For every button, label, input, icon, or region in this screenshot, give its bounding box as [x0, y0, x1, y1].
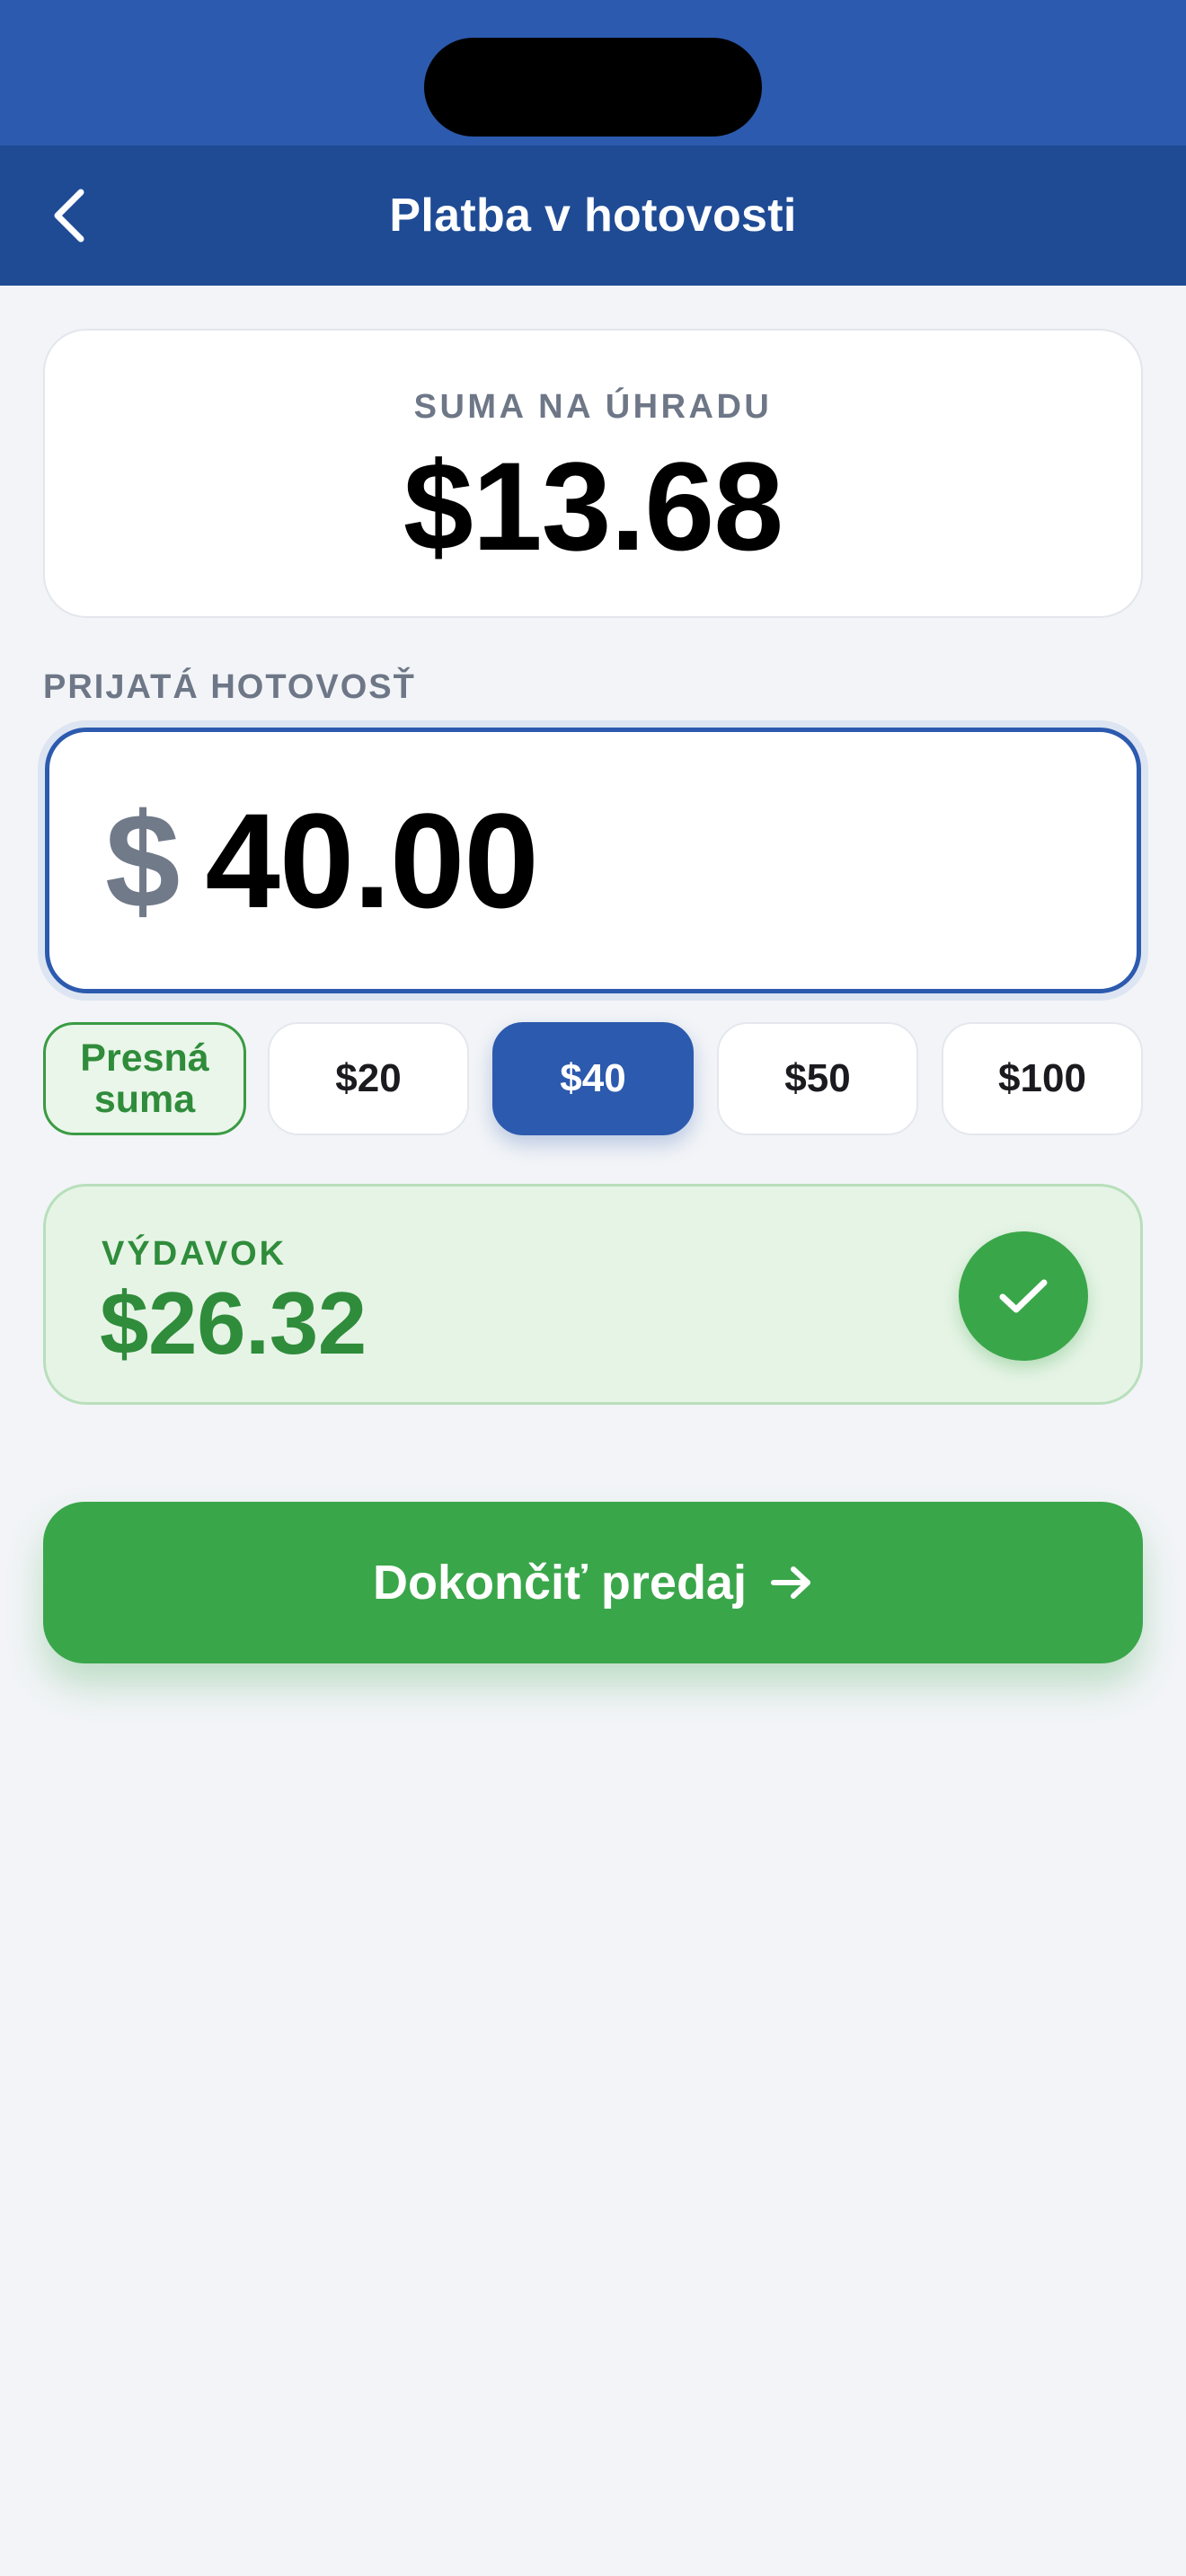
navigation-bar: Platba v hotovosti — [0, 146, 1186, 286]
cash-received-value: 40.00 — [205, 784, 538, 936]
exact-amount-label-line1: Presná — [80, 1036, 209, 1080]
amount-due-card: SUMA NA ÚHRADU $13.68 — [43, 329, 1143, 618]
check-icon — [999, 1279, 1048, 1313]
change-value: $26.32 — [100, 1274, 367, 1372]
finish-sale-button[interactable]: Dokončiť predaj — [43, 1502, 1143, 1663]
amount-due-value: $13.68 — [403, 436, 783, 577]
change-status-badge — [959, 1231, 1088, 1361]
status-bar — [0, 0, 1186, 146]
arrow-right-icon — [770, 1565, 813, 1601]
quick-amount-40-button[interactable]: $40 — [492, 1022, 694, 1135]
change-label: VÝDAVOK — [102, 1235, 288, 1273]
finish-sale-label: Dokončiť predaj — [373, 1556, 747, 1610]
currency-symbol: $ — [105, 784, 181, 936]
chevron-left-icon — [54, 189, 84, 243]
quick-amount-100-button[interactable]: $100 — [942, 1022, 1143, 1135]
back-button[interactable] — [25, 171, 115, 260]
exact-amount-label-line2: suma — [93, 1078, 196, 1121]
cash-received-label: PRIJATÁ HOTOVOSŤ — [43, 668, 416, 706]
quick-amount-20-button[interactable]: $20 — [268, 1022, 469, 1135]
dynamic-island — [424, 38, 762, 137]
cash-received-input[interactable]: $ 40.00 — [45, 728, 1141, 993]
change-card: VÝDAVOK $26.32 — [43, 1184, 1143, 1405]
exact-amount-button[interactable]: Presná suma — [43, 1022, 246, 1135]
cash-input-focus-ring: $ 40.00 — [38, 720, 1148, 1001]
quick-amount-50-button[interactable]: $50 — [717, 1022, 918, 1135]
amount-due-label: SUMA NA ÚHRADU — [413, 388, 773, 426]
page-title: Platba v hotovosti — [389, 190, 797, 242]
